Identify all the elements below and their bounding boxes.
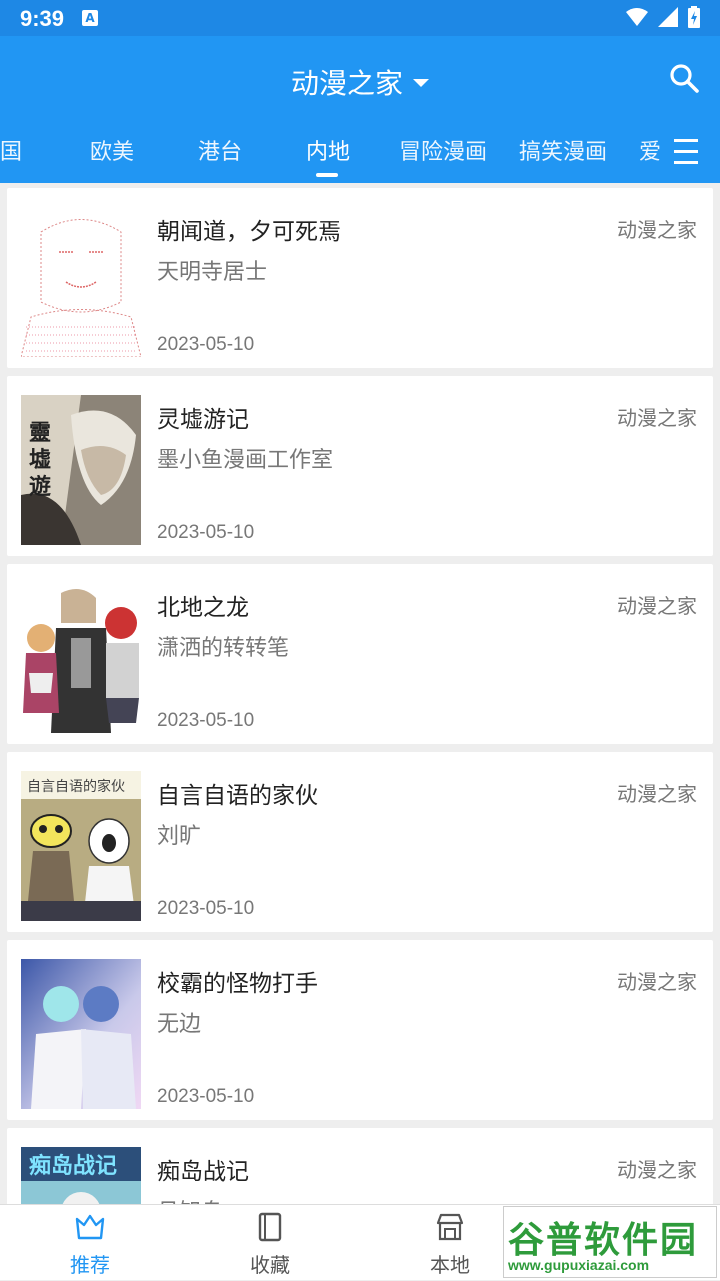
comic-source: 动漫之家	[617, 970, 697, 994]
comic-cover	[21, 583, 141, 733]
tab-romance[interactable]: 爱	[639, 134, 661, 166]
status-icons	[626, 6, 700, 28]
tab-hk-tw[interactable]: 港台	[198, 134, 242, 166]
svg-text:自言自语的家伙: 自言自语的家伙	[27, 778, 125, 795]
tab-western[interactable]: 欧美	[90, 134, 134, 166]
list-item[interactable]: 痴岛战记 痴岛战记 月知鸟 动漫之家	[7, 1128, 713, 1204]
menu-icon[interactable]	[660, 120, 720, 183]
watermark-logo: 谷普软件园 www.gupuxiazai.com	[503, 1206, 717, 1278]
comic-title: 朝闻道，夕可死焉	[157, 219, 341, 245]
notification-icon: A	[82, 10, 98, 26]
tab-mainland[interactable]: 内地	[306, 134, 350, 166]
comic-date: 2023-05-10	[157, 522, 255, 543]
comic-author: 墨小鱼漫画工作室	[157, 448, 334, 473]
comic-date: 2023-05-10	[157, 898, 255, 919]
comic-source: 动漫之家	[617, 594, 697, 618]
comic-date: 2023-05-10	[157, 334, 255, 355]
list-item[interactable]: 校霸的怪物打手 无边 2023-05-10 动漫之家	[7, 940, 713, 1120]
book-icon	[258, 1212, 282, 1242]
comic-cover	[21, 959, 141, 1109]
dropdown-caret-icon	[413, 79, 429, 87]
comic-source: 动漫之家	[617, 782, 697, 806]
comic-title: 灵墟游记	[157, 407, 249, 433]
status-bar: 9:39 A	[0, 0, 720, 36]
comic-author: 月知鸟	[157, 1194, 223, 1204]
comic-author: 天明寺居士	[157, 260, 268, 285]
comic-title: 校霸的怪物打手	[157, 971, 318, 997]
nav-recommend[interactable]: 推荐	[0, 1205, 180, 1281]
comic-date: 2023-05-10	[157, 1086, 255, 1107]
nav-favorites[interactable]: 收藏	[180, 1205, 360, 1281]
source-selector[interactable]: 动漫之家	[0, 62, 720, 102]
list-item[interactable]: 北地之龙 潇洒的转转笔 2023-05-10 动漫之家	[7, 564, 713, 744]
list-item[interactable]: 自言自语的家伙 自言自语的家伙 刘旷 2023-05-10 动漫之家	[7, 752, 713, 932]
comic-source: 动漫之家	[617, 406, 697, 430]
category-tabs: 韩国 欧美 港台 内地 冒险漫画 搞笑漫画 爱	[0, 120, 720, 183]
comic-source: 动漫之家	[617, 1158, 697, 1182]
comic-cover: 靈 墟 遊	[21, 395, 141, 545]
comic-author: 无边	[157, 1012, 202, 1037]
signal-icon	[658, 7, 678, 27]
app-bar: 动漫之家	[0, 36, 720, 120]
comic-title: 北地之龙	[157, 595, 249, 621]
comic-cover: 痴岛战记	[21, 1147, 141, 1204]
comic-author: 潇洒的转转笔	[157, 636, 290, 661]
tab-comedy[interactable]: 搞笑漫画	[519, 134, 607, 166]
svg-text:墟: 墟	[29, 447, 51, 473]
tab-indicator	[316, 173, 338, 177]
comic-cover	[21, 207, 141, 357]
comic-source: 动漫之家	[617, 218, 697, 242]
svg-text:靈: 靈	[29, 420, 51, 446]
tab-adventure[interactable]: 冒险漫画	[399, 134, 487, 166]
watermark-name: 谷普软件园	[508, 1220, 699, 1261]
wifi-icon	[626, 8, 648, 26]
list-item[interactable]: 朝闻道，夕可死焉 天明寺居士 2023-05-10 动漫之家	[7, 188, 713, 368]
watermark-url: www.gupuxiazai.com	[508, 1257, 650, 1273]
svg-text:遊: 遊	[29, 474, 51, 500]
search-icon[interactable]	[668, 62, 700, 94]
tab-korea[interactable]: 韩国	[0, 134, 22, 166]
status-time: 9:39	[20, 6, 65, 31]
nav-label: 推荐	[70, 1253, 110, 1277]
comic-author: 刘旷	[157, 824, 202, 849]
battery-icon	[688, 6, 700, 28]
list-item[interactable]: 靈 墟 遊 灵墟游记 墨小鱼漫画工作室 2023-05-10 动漫之家	[7, 376, 713, 556]
svg-text:痴岛战记: 痴岛战记	[29, 1153, 117, 1179]
crown-icon	[75, 1214, 105, 1240]
comic-title: 痴岛战记	[157, 1159, 249, 1185]
comic-list[interactable]: 朝闻道，夕可死焉 天明寺居士 2023-05-10 动漫之家 靈 墟 遊 灵墟游…	[0, 183, 720, 1204]
app-title: 动漫之家	[290, 67, 403, 100]
store-icon	[436, 1213, 464, 1241]
comic-title: 自言自语的家伙	[157, 783, 318, 809]
comic-date: 2023-05-10	[157, 710, 255, 731]
comic-cover: 自言自语的家伙	[21, 771, 141, 921]
nav-label: 收藏	[250, 1253, 290, 1277]
